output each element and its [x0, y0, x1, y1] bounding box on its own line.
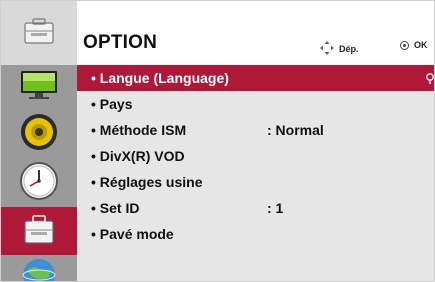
menu-item-label: • Méthode ISM — [91, 122, 187, 138]
move-hint-label: Dép. — [339, 44, 359, 54]
ok-hint-label: OK — [414, 40, 428, 50]
sidebar-item-picture[interactable] — [1, 65, 77, 109]
menu-item-label: • Pays — [91, 96, 133, 112]
sidebar-header-option — [1, 1, 77, 65]
menu-item-label: • Set ID — [91, 200, 140, 216]
menu-item-label: • DivX(R) VOD — [91, 148, 185, 164]
move-hint: Dép. — [319, 40, 359, 58]
menu-item-ism-method[interactable]: • Méthode ISM : Normal — [77, 117, 434, 143]
option-panel: OPTION Dép. OK • Langue (Language) • Pay… — [77, 1, 434, 281]
option-menu: • Langue (Language) • Pays • Méthode ISM… — [77, 65, 434, 247]
menu-item-country[interactable]: • Pays — [77, 91, 434, 117]
option-toolbox-icon — [22, 17, 56, 50]
menu-item-value: : 1 — [267, 200, 284, 216]
time-clock-icon — [19, 161, 59, 206]
menu-item-factory-reset[interactable]: • Réglages usine — [77, 169, 434, 195]
picture-monitor-icon — [19, 69, 59, 106]
audio-speaker-icon — [19, 112, 59, 157]
option-toolbox-icon — [22, 213, 56, 250]
ok-button-icon — [400, 40, 409, 50]
panel-header: OPTION Dép. OK — [77, 1, 434, 65]
menu-item-label: • Pavé mode — [91, 226, 174, 242]
sidebar-item-audio[interactable] — [1, 109, 77, 159]
category-sidebar — [1, 1, 77, 281]
osd-window: OPTION Dép. OK • Langue (Language) • Pay… — [0, 0, 435, 282]
sidebar-item-network[interactable] — [1, 255, 77, 281]
network-globe-icon — [21, 257, 57, 281]
ok-hint: OK — [400, 40, 428, 50]
arrow-keys-icon — [319, 40, 335, 58]
menu-item-label: • Réglages usine — [91, 174, 203, 190]
location-pin-icon — [426, 72, 434, 88]
menu-item-value: : Normal — [267, 122, 324, 138]
menu-item-set-id[interactable]: • Set ID : 1 — [77, 195, 434, 221]
sidebar-item-time[interactable] — [1, 159, 77, 207]
menu-item-language[interactable]: • Langue (Language) — [77, 65, 434, 91]
menu-item-key-lock-mode[interactable]: • Pavé mode — [77, 221, 434, 247]
menu-item-divx-vod[interactable]: • DivX(R) VOD — [77, 143, 434, 169]
sidebar-item-option[interactable] — [1, 207, 77, 255]
page-title: OPTION — [83, 32, 158, 53]
menu-item-label: • Langue (Language) — [91, 70, 229, 86]
